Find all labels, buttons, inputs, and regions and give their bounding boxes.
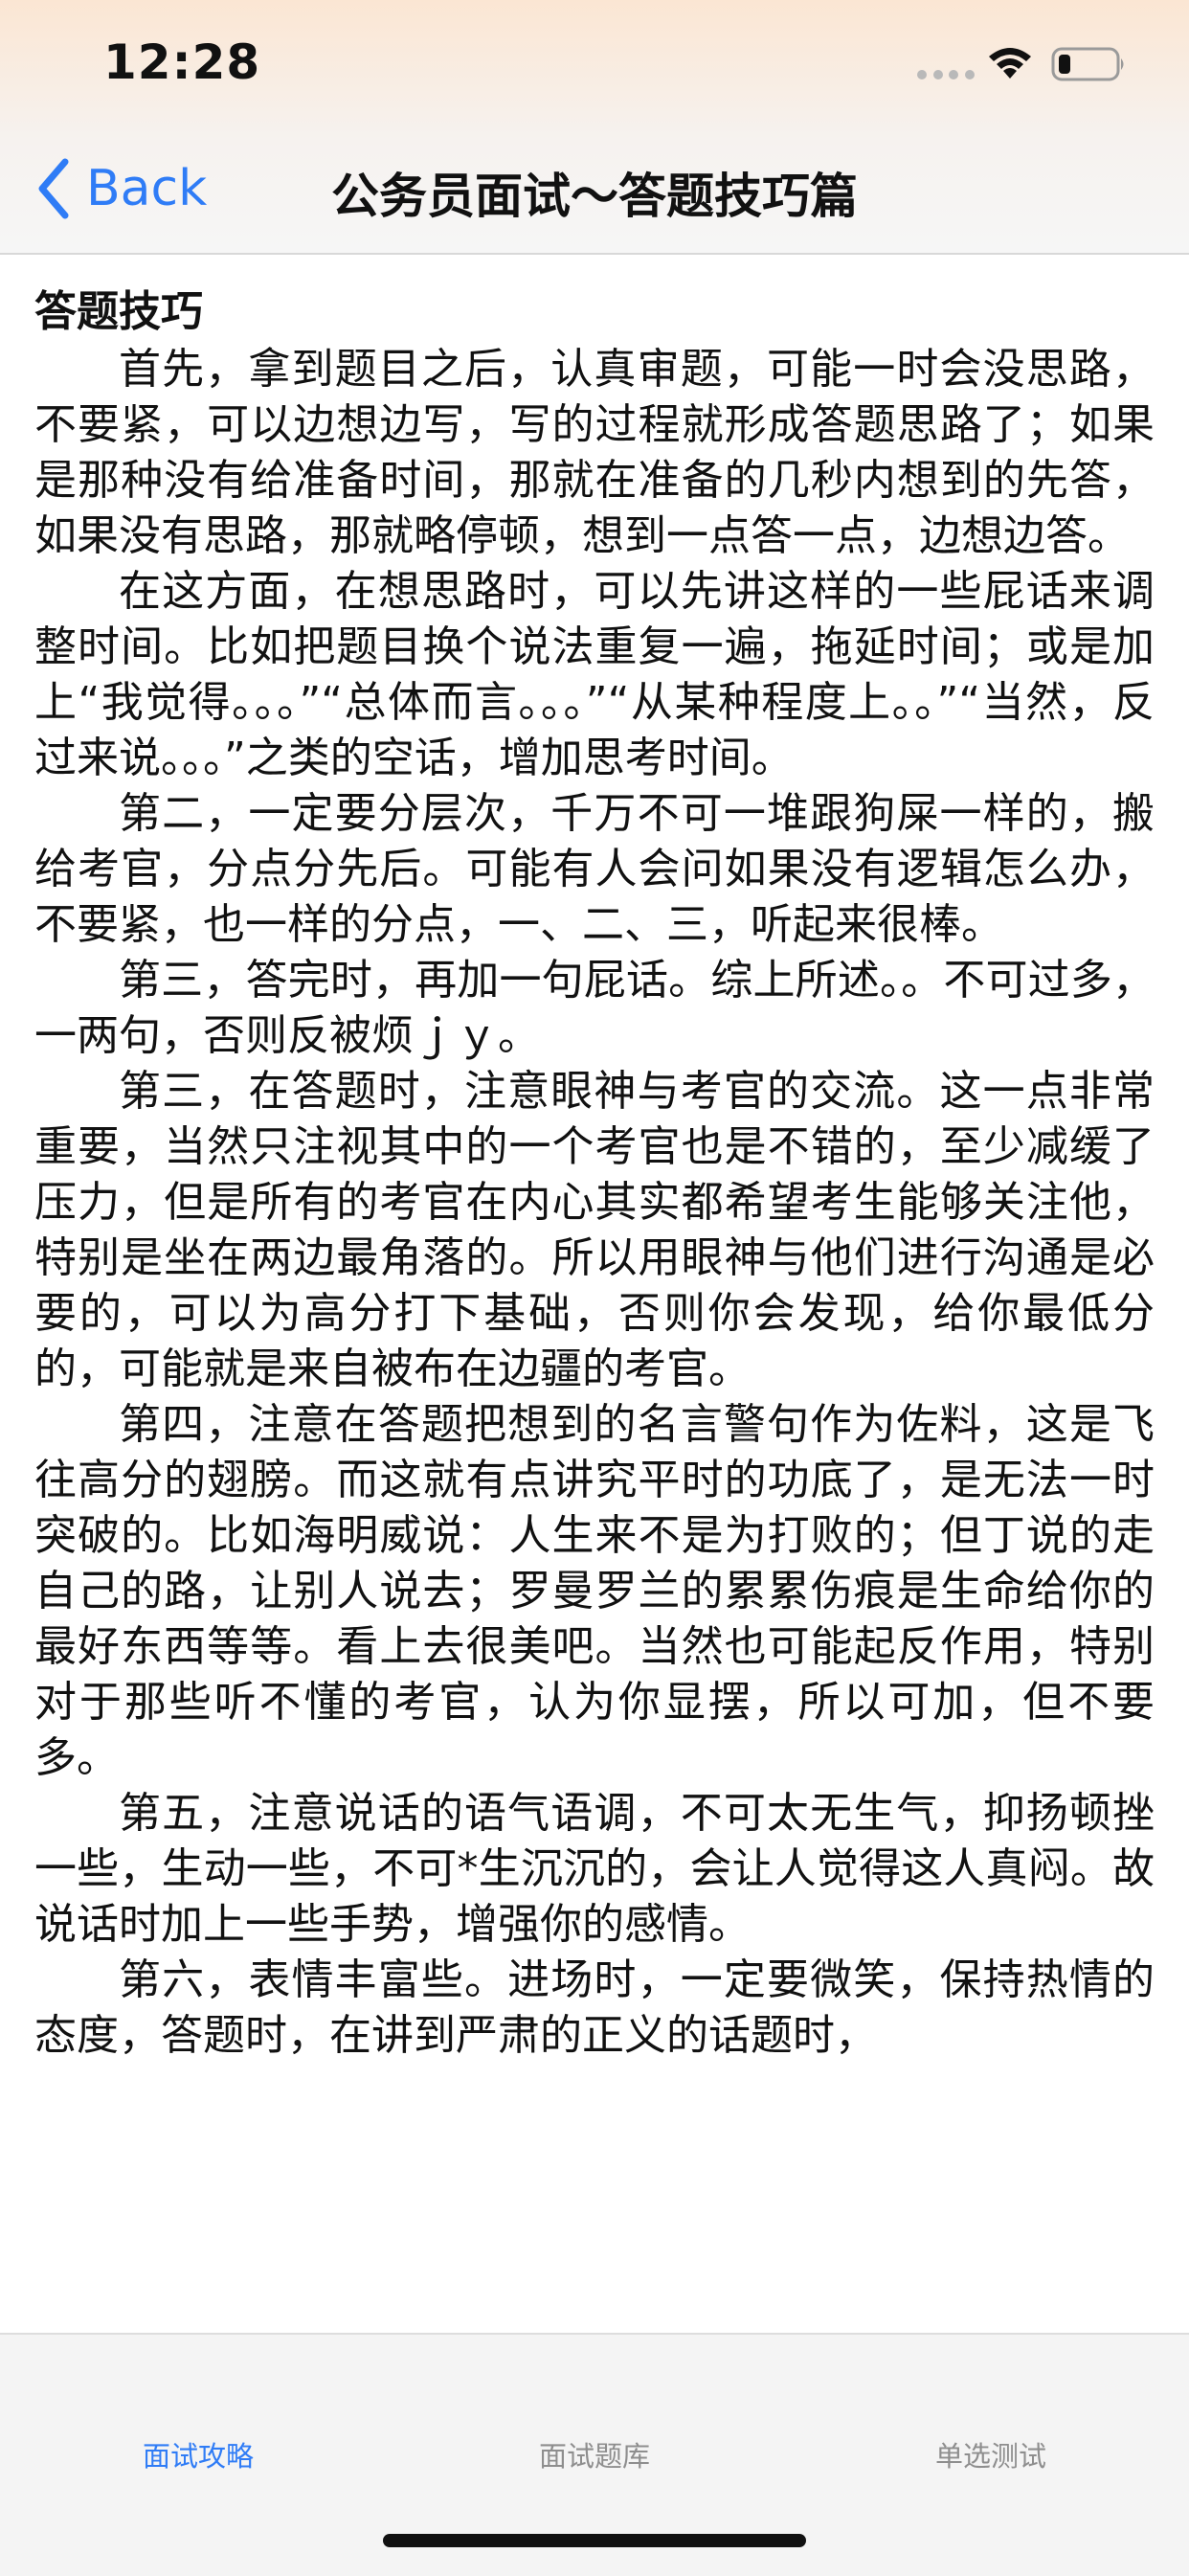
status-time: 12:28	[103, 34, 261, 90]
article-heading: 答题技巧	[34, 287, 203, 336]
cellular-signal-icon	[917, 70, 975, 81]
navigation-header: 12:28 Back 公务员面试～答题技巧篇	[0, 0, 1189, 255]
article-paragraph: 第四，注意在答题把想到的名言警句作为佐料，这是飞往高分的翅膀。而这就有点讲究平时…	[34, 1400, 1155, 1782]
tab-interview-guide[interactable]: 面试攻略	[0, 2434, 396, 2474]
article-paragraph: 第三，答完时，再加一句屁话。综上所述。。不可过多，一两句，否则反被烦ｊｙ。	[34, 956, 1155, 1060]
battery-icon	[1051, 47, 1124, 81]
article-paragraph: 第三，在答题时，注意眼神与考官的交流。这一点非常重要，当然只注视其中的一个考官也…	[34, 1067, 1155, 1393]
home-indicator[interactable]	[383, 2534, 806, 2547]
article-paragraph: 第五，注意说话的语气语调，不可太无生气，抑扬顿挫一些，生动一些，不可*生沉沉的，…	[34, 1789, 1155, 1949]
tab-question-bank[interactable]: 面试题库	[396, 2434, 793, 2474]
article-paragraph: 第六，表情丰富些。进场时，一定要微笑，保持热情的态度，答题时，在讲到严肃的正义的…	[34, 1955, 1155, 2060]
article-content[interactable]: 答题技巧 首先，拿到题目之后，认真审题，可能一时会没思路，不要紧，可以边想边写，…	[34, 282, 1155, 2333]
wifi-icon	[989, 48, 1031, 79]
page-title: 公务员面试～答题技巧篇	[331, 169, 858, 224]
article-paragraph: 首先，拿到题目之后，认真审题，可能一时会没思路，不要紧，可以边想边写，写的过程就…	[34, 345, 1155, 560]
tab-single-choice-test[interactable]: 单选测试	[793, 2434, 1189, 2474]
article-paragraph: 在这方面，在想思路时，可以先讲这样的一些屁话来调整时间。比如把题目换个说法重复一…	[34, 567, 1155, 782]
article-paragraph: 第二，一定要分层次，千万不可一堆跟狗屎一样的，搬给考官，分点分先后。可能有人会问…	[34, 789, 1155, 949]
